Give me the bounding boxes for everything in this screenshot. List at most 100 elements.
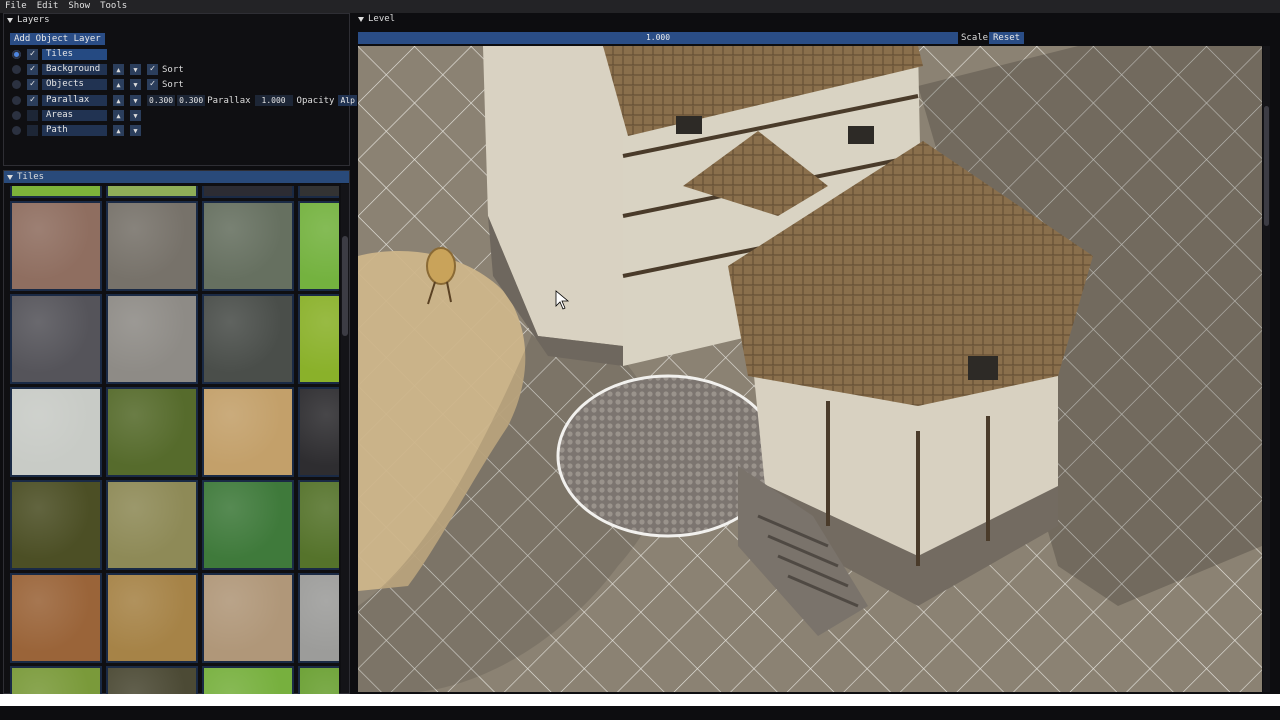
editor-window: File Edit Show Tools Layers Add Object L… — [0, 0, 1280, 720]
move-down-arrow-icon[interactable]: ▼ — [130, 79, 141, 90]
layer-row-tiles[interactable]: ✓ Tiles — [12, 48, 113, 61]
tiles-scrollbar[interactable] — [341, 184, 349, 693]
window-bottom-edge — [0, 694, 1280, 706]
tiles-panel-header[interactable]: Tiles — [4, 171, 349, 183]
layer-visible-checkbox[interactable] — [27, 110, 38, 121]
active-layer-radio[interactable] — [12, 65, 21, 74]
move-up-arrow-icon[interactable]: ▲ — [113, 110, 124, 121]
layer-visible-checkbox[interactable]: ✓ — [27, 64, 38, 75]
layer-row-path[interactable]: Path ▲ ▼ — [12, 124, 147, 137]
active-layer-radio[interactable] — [12, 50, 21, 59]
layer-row-objects[interactable]: ✓ Objects ▲ ▼ ✓ Sort — [12, 78, 188, 91]
tile-swatch[interactable] — [106, 201, 198, 291]
tile-swatch[interactable] — [106, 666, 198, 694]
tiles-scrollbar-thumb[interactable] — [342, 236, 348, 336]
layer-name[interactable]: Areas — [42, 110, 107, 121]
tile-swatch[interactable] — [10, 666, 102, 694]
tile-swatch[interactable] — [106, 186, 198, 198]
move-down-arrow-icon[interactable]: ▼ — [130, 95, 141, 106]
tile-swatch[interactable] — [10, 186, 102, 198]
move-up-arrow-icon[interactable]: ▲ — [113, 95, 124, 106]
level-scrollbar[interactable] — [1263, 46, 1270, 692]
layer-row-areas[interactable]: Areas ▲ ▼ — [12, 109, 147, 122]
tile-swatch[interactable] — [106, 480, 198, 570]
tile-swatch[interactable] — [106, 573, 198, 663]
tile-swatch[interactable] — [298, 387, 339, 477]
layers-panel-header[interactable]: Layers — [4, 14, 349, 26]
menu-file[interactable]: File — [0, 0, 32, 13]
sort-checkbox[interactable]: ✓ — [147, 64, 158, 75]
parallax-label: Parallax — [207, 95, 251, 106]
tile-swatch[interactable] — [10, 201, 102, 291]
tile-swatch[interactable] — [10, 573, 102, 663]
layer-name[interactable]: Path — [42, 125, 107, 136]
archery-target — [426, 247, 456, 285]
move-down-arrow-icon[interactable]: ▼ — [130, 64, 141, 75]
level-scene[interactable] — [358, 46, 1262, 692]
add-object-layer-button[interactable]: Add Object Layer — [10, 33, 105, 45]
layers-panel-title: Layers — [17, 15, 50, 25]
layer-visible-checkbox[interactable] — [27, 125, 38, 136]
reset-button[interactable]: Reset — [989, 32, 1025, 44]
parallax-x-field[interactable]: 0.300 — [147, 95, 176, 106]
tile-palette-grid — [7, 186, 339, 694]
layer-name[interactable]: Tiles — [42, 49, 107, 60]
sort-checkbox[interactable]: ✓ — [147, 79, 158, 90]
menu-show[interactable]: Show — [63, 0, 95, 13]
tile-swatch[interactable] — [10, 387, 102, 477]
tile-swatch[interactable] — [298, 666, 339, 694]
layer-visible-checkbox[interactable]: ✓ — [27, 49, 38, 60]
level-panel: Level 1.000 Scale Reset — [355, 13, 1270, 694]
tile-swatch[interactable] — [10, 480, 102, 570]
active-layer-radio[interactable] — [12, 126, 21, 135]
tile-swatch[interactable] — [202, 294, 294, 384]
collapse-triangle-icon[interactable] — [7, 174, 13, 180]
tile-swatch[interactable] — [202, 387, 294, 477]
opacity-label: Opacity — [296, 95, 335, 106]
layer-name[interactable]: Parallax — [42, 95, 107, 106]
tile-swatch[interactable] — [298, 201, 339, 291]
tile-swatch[interactable] — [106, 387, 198, 477]
active-layer-radio[interactable] — [12, 80, 21, 89]
tiles-panel: Tiles — [3, 170, 350, 694]
scale-slider[interactable]: 1.000 — [358, 32, 958, 44]
tile-swatch[interactable] — [202, 480, 294, 570]
active-layer-radio[interactable] — [12, 111, 21, 120]
tile-swatch[interactable] — [298, 480, 339, 570]
level-panel-header[interactable]: Level — [355, 13, 1270, 25]
layer-visible-checkbox[interactable]: ✓ — [27, 79, 38, 90]
tile-swatch[interactable] — [202, 186, 294, 198]
move-up-arrow-icon[interactable]: ▲ — [113, 79, 124, 90]
level-panel-title: Level — [368, 14, 396, 24]
layer-visible-checkbox[interactable]: ✓ — [27, 95, 38, 106]
collapse-triangle-icon[interactable] — [7, 17, 13, 23]
tile-swatch[interactable] — [298, 186, 339, 198]
tile-swatch[interactable] — [298, 573, 339, 663]
level-scrollbar-thumb[interactable] — [1264, 106, 1269, 226]
sort-label: Sort — [162, 64, 184, 75]
move-down-arrow-icon[interactable]: ▼ — [130, 125, 141, 136]
tile-swatch[interactable] — [106, 294, 198, 384]
tile-swatch[interactable] — [10, 294, 102, 384]
tower-window — [968, 356, 998, 380]
tile-swatch[interactable] — [202, 573, 294, 663]
move-down-arrow-icon[interactable]: ▼ — [130, 110, 141, 121]
move-up-arrow-icon[interactable]: ▲ — [113, 125, 124, 136]
level-viewport[interactable] — [358, 46, 1262, 692]
layer-row-parallax[interactable]: ✓ Parallax ▲ ▼ 0.300 0.300 Parallax 1.00… — [12, 94, 359, 107]
opacity-field[interactable]: 1.000 — [254, 95, 293, 106]
layer-name[interactable]: Background — [42, 64, 107, 75]
tile-swatch[interactable] — [298, 294, 339, 384]
active-layer-radio[interactable] — [12, 96, 21, 105]
tile-swatch[interactable] — [202, 201, 294, 291]
sort-label: Sort — [162, 79, 184, 90]
menu-edit[interactable]: Edit — [32, 0, 64, 13]
menu-tools[interactable]: Tools — [95, 0, 132, 13]
parallax-y-field[interactable]: 0.300 — [177, 95, 206, 106]
move-up-arrow-icon[interactable]: ▲ — [113, 64, 124, 75]
house-window — [676, 116, 702, 134]
collapse-triangle-icon[interactable] — [358, 16, 364, 22]
tile-swatch[interactable] — [202, 666, 294, 694]
layer-name[interactable]: Objects — [42, 79, 107, 90]
layer-row-background[interactable]: ✓ Background ▲ ▼ ✓ Sort — [12, 63, 188, 76]
